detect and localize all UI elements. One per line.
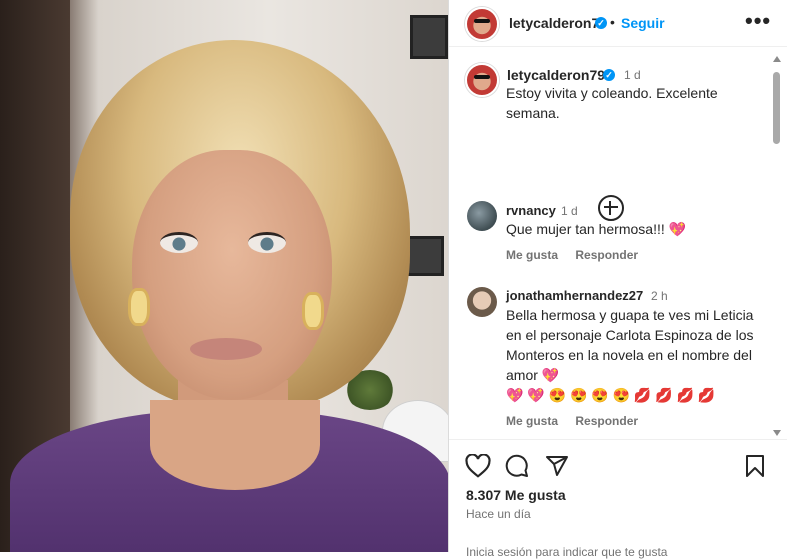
avatar[interactable] (467, 287, 497, 317)
follow-button[interactable]: Seguir (621, 15, 665, 31)
scroll-down-arrow-icon[interactable] (773, 430, 781, 436)
comment-reply-button[interactable]: Responder (575, 248, 638, 262)
background-picture-frame (410, 15, 448, 59)
verified-icon: ✓ (595, 17, 607, 29)
post-side-panel: letycalderon79 ✓ • Seguir ••• letycalder… (448, 0, 787, 559)
left-eye (160, 232, 198, 253)
comment-icon[interactable] (505, 454, 529, 483)
scroll-thumb[interactable] (773, 72, 780, 144)
comment-actions: Me gusta Responder (506, 248, 652, 262)
caption-username[interactable]: letycalderon79 (507, 67, 605, 83)
verified-icon: ✓ (603, 69, 615, 81)
comment-text: Que mujer tan hermosa!!! 💖 (506, 221, 687, 237)
comment-reply-button[interactable]: Responder (575, 414, 638, 428)
avatar[interactable] (465, 7, 499, 41)
plus-circle-icon[interactable] (598, 195, 624, 221)
bookmark-icon[interactable] (745, 454, 765, 483)
likes-count[interactable]: 8.307 Me gusta (466, 487, 566, 503)
comment-text: Bella hermosa y guapa te ves mi Leticia … (506, 307, 754, 383)
comment-username[interactable]: rvnancy (506, 203, 556, 218)
caption-text: Estoy vivita y coleando. Excelente seman… (506, 85, 718, 121)
author-username[interactable]: letycalderon79 (509, 15, 607, 31)
separator-dot: • (610, 14, 615, 30)
avatar[interactable] (465, 63, 499, 97)
share-icon[interactable] (545, 454, 569, 483)
comment-like-button[interactable]: Me gusta (506, 414, 558, 428)
comment-username[interactable]: jonathamhernandez27 (506, 288, 643, 303)
comments-list[interactable]: letycalderon79 ✓ 1 d Estoy vivita y cole… (449, 47, 771, 439)
left-earring (128, 288, 150, 326)
lips (190, 338, 262, 360)
avatar[interactable] (467, 201, 497, 231)
right-earring (302, 292, 324, 330)
comment-time[interactable]: 2 h (651, 289, 668, 303)
right-eye (248, 232, 286, 253)
comment-time[interactable]: 1 d (561, 204, 578, 218)
comment-actions: Me gusta Responder (506, 414, 652, 428)
comment-like-button[interactable]: Me gusta (506, 248, 558, 262)
comment-emojis: 💖 💖 😍 😍 😍 😍 💋 💋 💋 💋 (506, 387, 716, 403)
comments-scrollbar[interactable] (771, 56, 783, 436)
caption-time[interactable]: 1 d (624, 68, 641, 82)
scroll-up-arrow-icon[interactable] (773, 56, 781, 62)
more-options-icon[interactable]: ••• (745, 8, 771, 34)
face (132, 150, 332, 400)
post-header: letycalderon79 ✓ • Seguir ••• (449, 0, 787, 47)
post-photo[interactable] (0, 0, 448, 552)
heart-icon[interactable] (465, 453, 491, 483)
login-prompt-text: Inicia sesión para indicar que te gusta (466, 545, 668, 559)
neckline (150, 400, 320, 490)
post-date[interactable]: Hace un día (466, 507, 531, 521)
